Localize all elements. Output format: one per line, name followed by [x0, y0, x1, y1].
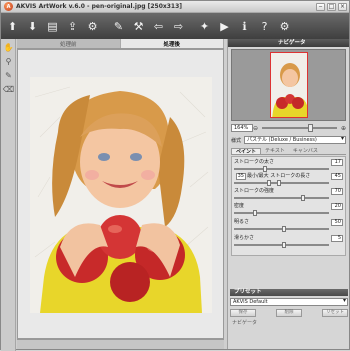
zoom-tool-icon[interactable]: ⚲ [3, 56, 14, 67]
param-smoothness: 滑らかさ 5 [234, 235, 343, 249]
panel-footer-label: ナビゲータ [232, 320, 258, 326]
param-value-field[interactable]: 20 [331, 203, 343, 210]
param-value-field[interactable]: 5 [331, 235, 343, 242]
zoom-slider-knob[interactable] [308, 124, 314, 132]
navigator-title: ナビゲータ [228, 39, 349, 47]
style-row: 様式 パステル (Deluxe / Business) [231, 136, 346, 144]
param-label: 密度 [234, 203, 245, 209]
tab-texture[interactable]: テキスト [261, 148, 289, 154]
slider-knob[interactable] [262, 166, 267, 172]
param-slider[interactable] [234, 242, 329, 248]
help-icon[interactable]: ? [256, 17, 273, 35]
gear-icon[interactable]: ⚙ [276, 17, 293, 35]
param-stroke-size: ストロークの太さ 17 [234, 159, 343, 173]
main-toolbar: ⬆ ⬇ ▤ ⇪ ⚙ ✎ ⚒ ⇦ ⇨ ✦ ▶ ℹ ? ⚙ [1, 13, 349, 39]
param-density: 密度 20 [234, 203, 343, 217]
settings-subtabs: ペイント テキスト キャンバス [231, 148, 346, 155]
navigator-preview[interactable] [231, 49, 346, 121]
tab-before[interactable]: 処理前 [17, 39, 121, 48]
minimize-button[interactable]: ‒ [316, 2, 325, 11]
param-slider[interactable] [234, 180, 329, 186]
eraser-tool-icon[interactable]: ⌫ [3, 84, 14, 95]
paint-params: ストロークの太さ 17 35 最小/最大 ストロークの長さ 45 ストロークの強… [231, 156, 346, 256]
zoom-in-icon[interactable]: ⊕ [341, 125, 346, 132]
zoom-slider[interactable] [262, 124, 337, 132]
delete-preset-button[interactable]: 削除 [276, 309, 302, 317]
slider-knob[interactable] [281, 242, 286, 248]
upload-icon[interactable]: ⇪ [64, 17, 81, 35]
slider-knob[interactable] [267, 180, 272, 186]
brush-icon[interactable]: ✎ [110, 17, 127, 35]
slider-knob[interactable] [300, 195, 305, 201]
navigator-thumbnail[interactable] [270, 52, 308, 118]
param-brightness: 明るさ 50 [234, 219, 343, 233]
param-slider[interactable] [234, 166, 329, 172]
zoom-select[interactable]: 164% [231, 124, 253, 132]
zoom-out-icon[interactable]: ⊖ [253, 125, 258, 132]
reset-preset-button[interactable]: リセット [322, 309, 348, 317]
batch-icon[interactable]: ⚙ [84, 17, 101, 35]
param-slider[interactable] [234, 195, 329, 201]
save-preset-button[interactable]: 保存 [230, 309, 256, 317]
param-label: ストロークの強度 [234, 188, 275, 194]
style-label: 様式 [231, 137, 242, 144]
save-icon[interactable]: ⬇ [24, 17, 41, 35]
image-canvas[interactable] [17, 49, 224, 339]
settings-panel: ナビゲータ 164% ⊖ ⊕ 様式 パステル (Deluxe / Busines… [227, 39, 349, 349]
preset-buttons: 保存 削除 リセット [230, 309, 348, 317]
param-label: 最小/最大 ストロークの長さ [247, 173, 311, 179]
zoom-row: 164% ⊖ ⊕ [231, 124, 346, 132]
param-stroke-length: 35 最小/最大 ストロークの長さ 45 [234, 173, 343, 187]
param-label: ストロークの太さ [234, 159, 275, 165]
param-value-field[interactable]: 70 [331, 188, 343, 195]
tab-canvas[interactable]: キャンバス [289, 148, 322, 154]
param-slider[interactable] [234, 226, 329, 232]
param-min-field[interactable]: 35 [236, 173, 246, 180]
title-bar: A AKVIS ArtWork v.6.0 - pen-original.jpg… [1, 1, 349, 13]
hand-tool-icon[interactable]: ✋ [3, 42, 14, 53]
param-slider[interactable] [234, 210, 329, 216]
close-button[interactable]: × [338, 2, 347, 11]
open-icon[interactable]: ⬆ [4, 17, 21, 35]
slider-knob[interactable] [281, 226, 286, 232]
print-icon[interactable]: ▤ [44, 17, 61, 35]
app-window: A AKVIS ArtWork v.6.0 - pen-original.jpg… [0, 0, 350, 351]
style-dropdown[interactable]: パステル (Deluxe / Business) [244, 136, 346, 144]
magic-wand-icon[interactable]: ✦ [196, 17, 213, 35]
slider-knob[interactable] [276, 180, 281, 186]
pencil-tool-icon[interactable]: ✎ [3, 70, 14, 81]
tab-paint[interactable]: ペイント [231, 148, 262, 155]
param-value-field[interactable]: 50 [331, 219, 343, 226]
param-label: 滑らかさ [234, 235, 255, 241]
app-logo-icon: A [4, 2, 13, 11]
maximize-button[interactable]: □ [327, 2, 336, 11]
window-title: AKVIS ArtWork v.6.0 - pen-original.jpg [… [16, 3, 183, 10]
preset-dropdown[interactable]: AKVIS Default [230, 298, 348, 306]
param-label: 明るさ [234, 219, 250, 225]
param-max-field[interactable]: 45 [331, 173, 343, 180]
redo-icon[interactable]: ⇨ [170, 17, 187, 35]
slider-knob[interactable] [253, 210, 257, 216]
settings-icon[interactable]: ⚒ [130, 17, 147, 35]
presets-title: プリセット [230, 289, 348, 296]
view-tabs: 処理前 処理後 [17, 39, 224, 49]
info-icon[interactable]: ℹ [236, 17, 253, 35]
param-value-field[interactable]: 17 [331, 159, 343, 166]
status-bar [17, 339, 224, 349]
undo-icon[interactable]: ⇦ [150, 17, 167, 35]
tab-after[interactable]: 処理後 [120, 39, 224, 48]
run-icon[interactable]: ▶ [216, 17, 233, 35]
presets-section: プリセット AKVIS Default 保存 削除 リセット [230, 289, 348, 317]
processed-photo [30, 77, 212, 313]
param-stroke-density: ストロークの強度 70 [234, 188, 343, 202]
left-toolbar: ✋ ⚲ ✎ ⌫ [1, 39, 16, 351]
